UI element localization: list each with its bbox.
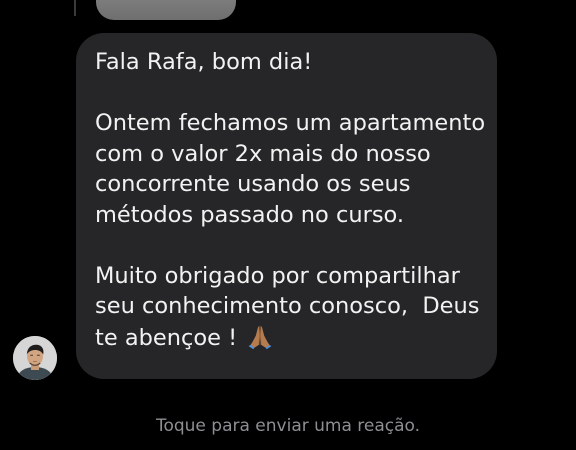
- previous-image-message[interactable]: [96, 0, 236, 20]
- message-line-text: te abençoe !: [95, 324, 245, 351]
- message-line: seu conhecimento conosco, Deus: [95, 293, 480, 319]
- message-line: Muito obrigado por compartilhar: [95, 262, 460, 289]
- pray-emoji: [249, 325, 272, 349]
- thread-divider: [74, 0, 76, 16]
- message-line: com o valor 2x mais do nosso: [95, 140, 431, 167]
- message-line: Ontem fechamos um apartamento: [95, 110, 486, 136]
- message-last-line: te abençoe !: [95, 322, 479, 354]
- message-bubble[interactable]: Fala Rafa, bom dia! Ontem fechamos um ap…: [76, 33, 497, 379]
- message-line: Fala Rafa, bom dia!: [95, 49, 313, 75]
- reaction-hint: Toque para enviar uma reação.: [155, 416, 421, 436]
- message-line-spacer: [95, 78, 479, 109]
- message-line-spacer: [95, 230, 479, 261]
- chat-screen: Fala Rafa, bom dia! Ontem fechamos um ap…: [0, 0, 576, 450]
- message-line: métodos passado no curso.: [95, 201, 405, 228]
- message-line: concorrente usando os seus: [95, 171, 411, 197]
- profile-photo: [13, 336, 57, 380]
- sender-avatar[interactable]: [13, 336, 57, 380]
